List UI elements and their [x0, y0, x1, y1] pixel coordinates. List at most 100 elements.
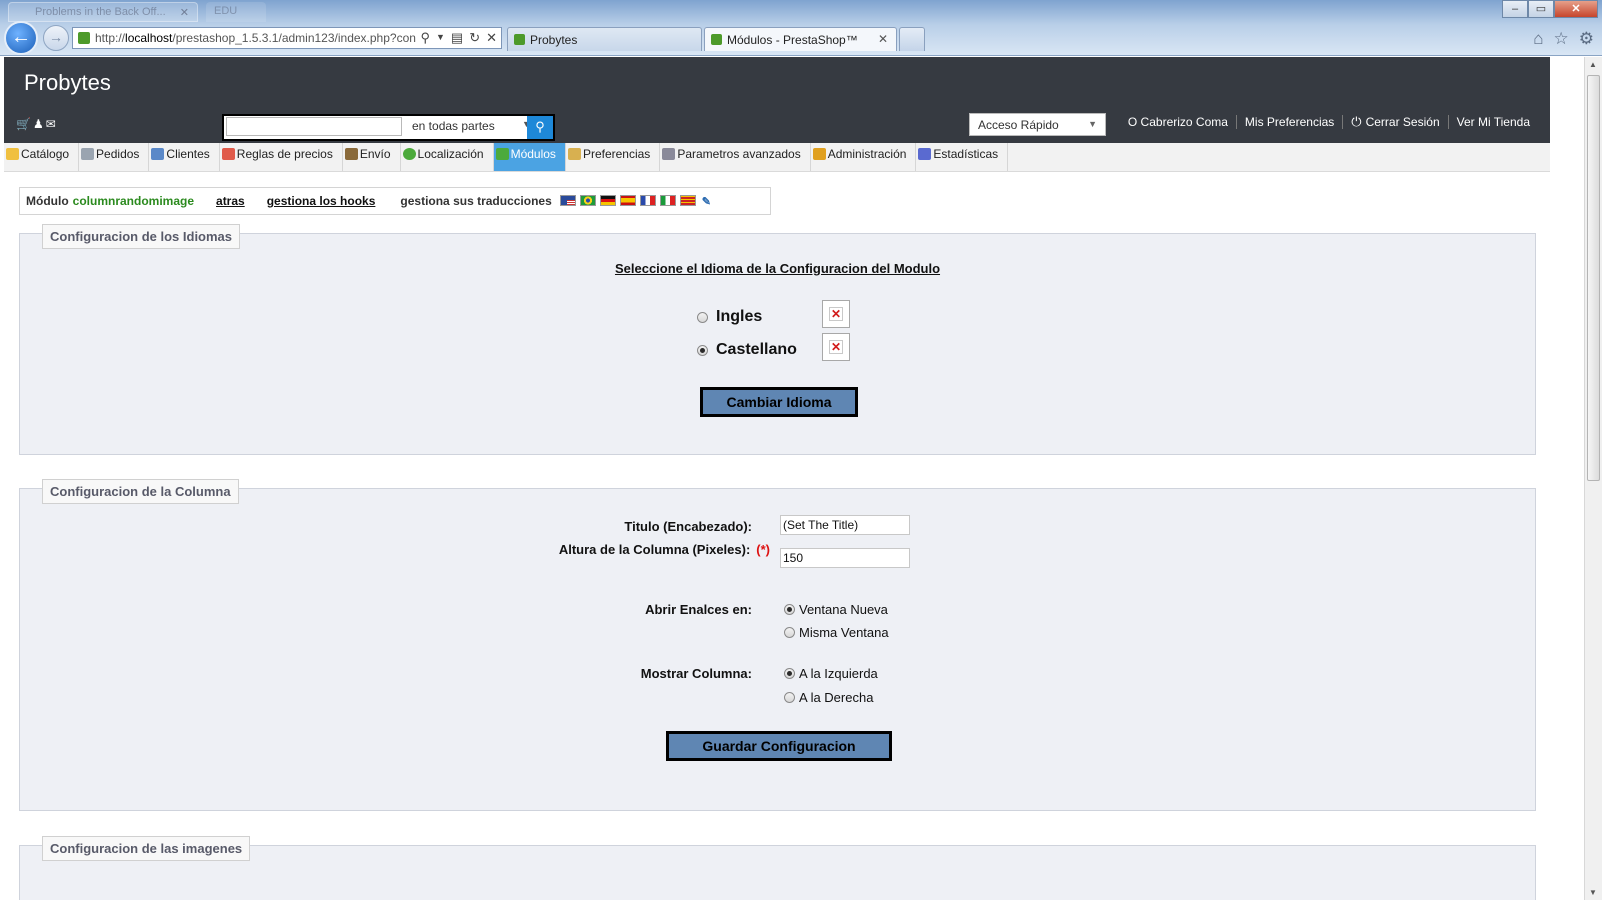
shop-name[interactable]: Probytes — [24, 70, 111, 96]
menu-item-modulos[interactable]: Módulos — [493, 143, 566, 171]
message-icon[interactable]: ✉ — [46, 117, 58, 131]
save-configuration-button[interactable]: Guardar Configuracion — [666, 731, 892, 761]
radio-button[interactable] — [784, 604, 795, 615]
background-window-tab-label: Problems in the Back Off... — [35, 6, 166, 18]
new-tab-button[interactable] — [899, 27, 925, 51]
column-fieldset: Configuracion de la Columna Titulo (Enca… — [19, 479, 1536, 811]
menu-item-label: Preferencias — [582, 147, 651, 161]
position-option-right[interactable]: A la Derecha — [784, 690, 873, 705]
title-label: Titulo (Encabezado): — [624, 519, 752, 534]
minimize-button[interactable]: – — [1502, 0, 1528, 18]
gear-icon[interactable]: ⚙ — [1579, 29, 1594, 49]
back-link[interactable]: atras — [216, 194, 245, 208]
radio-button[interactable] — [784, 668, 795, 679]
tab-probytes[interactable]: Probytes — [507, 27, 702, 51]
forward-button[interactable]: → — [43, 25, 69, 51]
compatibility-view-icon[interactable]: ▤ — [451, 30, 463, 46]
links-option-new-window[interactable]: Ventana Nueva — [784, 602, 888, 617]
refresh-icon[interactable]: ↻ — [469, 30, 480, 46]
language-option-castellano[interactable]: Castellano — [697, 341, 826, 359]
close-tab-icon[interactable]: ✕ — [878, 32, 888, 46]
flag-br-icon[interactable] — [579, 194, 596, 206]
preferences-icon — [567, 148, 581, 160]
languages-heading: Seleccione el Idioma de la Configuracion… — [614, 261, 941, 276]
scroll-up-icon[interactable]: ▲ — [1589, 60, 1597, 69]
truck-icon — [344, 148, 358, 160]
chevron-down-icon[interactable]: ▼ — [436, 30, 445, 46]
home-icon[interactable]: ⌂ — [1533, 29, 1543, 49]
position-option-left[interactable]: A la Izquierda — [784, 666, 878, 681]
language-radio[interactable] — [697, 344, 708, 356]
languages-fieldset: Configuracion de los Idiomas Seleccione … — [19, 224, 1536, 455]
tab-modulos[interactable]: Módulos - PrestaShop™ ✕ — [704, 27, 897, 51]
menu-item-estadisticas[interactable]: Estadísticas — [916, 143, 1009, 171]
favorites-star-icon[interactable]: ☆ — [1554, 29, 1569, 49]
language-option-ingles[interactable]: Ingles — [697, 308, 826, 326]
quick-access-select[interactable]: Acceso Rápido ▼ — [969, 113, 1106, 136]
vertical-scrollbar[interactable]: ▲ ▼ — [1584, 57, 1602, 900]
menu-item-catalogo[interactable]: Catálogo — [4, 143, 80, 171]
radio-button[interactable] — [784, 692, 795, 703]
menu-item-reglas-de-precios[interactable]: Reglas de precios — [220, 143, 343, 171]
tab-label: Probytes — [530, 33, 578, 47]
close-icon: ✕ — [829, 340, 843, 354]
language-radio[interactable] — [697, 311, 708, 323]
close-icon: ✕ — [179, 7, 189, 19]
fieldset-legend: Configuracion de la Columna — [42, 479, 239, 504]
change-language-button[interactable]: Cambiar Idioma — [700, 387, 858, 417]
height-input[interactable] — [780, 548, 910, 568]
wrench-icon[interactable]: ✎ — [702, 195, 711, 208]
close-window-button[interactable]: ✕ — [1554, 0, 1598, 18]
flag-es-icon[interactable] — [619, 194, 636, 206]
flag-de-icon[interactable] — [599, 194, 616, 206]
delete-language-button[interactable]: ✕ — [822, 300, 850, 328]
search-scope-select[interactable]: en todas partes ▼ — [412, 119, 531, 133]
search-icon[interactable]: ⚲ — [420, 30, 430, 46]
links-option-same-window[interactable]: Misma Ventana — [784, 625, 889, 640]
customer-icon[interactable]: ♟ — [33, 117, 46, 131]
manage-hooks-link[interactable]: gestiona los hooks — [267, 194, 376, 208]
flag-us-icon[interactable] — [559, 194, 576, 206]
menu-item-administracion[interactable]: Administración — [811, 143, 917, 171]
menu-item-envio[interactable]: Envío — [343, 143, 401, 171]
maximize-button[interactable]: ▭ — [1528, 0, 1554, 18]
stop-icon[interactable]: ✕ — [486, 30, 497, 46]
power-icon: ⏻ — [1351, 114, 1362, 129]
employee-link[interactable]: O Cabrerizo Coma — [1120, 115, 1236, 129]
window-controls: – ▭ ✕ — [1502, 0, 1598, 18]
cart-icon[interactable]: 🛒 — [16, 117, 33, 131]
title-input[interactable] — [780, 515, 910, 535]
view-shop-link[interactable]: Ver Mi Tienda — [1449, 115, 1538, 129]
puzzle-icon — [495, 148, 509, 160]
menu-item-label: Parametros avanzados — [677, 147, 801, 161]
language-label: Ingles — [716, 308, 763, 325]
menu-item-label: Clientes — [166, 147, 210, 161]
address-bar[interactable]: http://localhost/prestashop_1.5.3.1/admi… — [72, 27, 502, 49]
delete-language-button[interactable]: ✕ — [822, 333, 850, 361]
logout-link[interactable]: ⏻ Cerrar Sesión — [1343, 114, 1447, 130]
flag-it-icon[interactable] — [659, 194, 676, 206]
flag-ca-icon[interactable] — [679, 194, 696, 206]
menu-item-preferencias[interactable]: Preferencias — [566, 143, 661, 171]
menu-item-clientes[interactable]: Clientes — [149, 143, 220, 171]
menu-item-label: Pedidos — [96, 147, 140, 161]
header-links: O Cabrerizo Coma Mis Preferencias ⏻ Cerra… — [1120, 114, 1538, 130]
menu-item-localizacion[interactable]: Localización — [401, 143, 494, 171]
scrollbar-thumb[interactable] — [1587, 75, 1600, 481]
scroll-down-icon[interactable]: ▼ — [1589, 888, 1597, 897]
flag-fr-icon[interactable] — [639, 194, 656, 206]
search-button[interactable]: ⚲ — [527, 116, 553, 139]
search-input[interactable] — [226, 117, 402, 136]
menu-item-label: Reglas de precios — [236, 147, 333, 161]
browser-chrome: Problems in the Back Off... ✕ EDU – ▭ ✕ … — [0, 0, 1602, 56]
menu-item-parametros-avanzados[interactable]: Parametros avanzados — [660, 143, 811, 171]
option-label: Misma Ventana — [799, 625, 889, 640]
address-prefix: http:// — [95, 31, 126, 45]
menu-item-pedidos[interactable]: Pedidos — [79, 143, 150, 171]
height-label-row: Altura de la Columna (Pixeles): (*) — [490, 542, 770, 557]
preferences-link[interactable]: Mis Preferencias — [1237, 115, 1342, 129]
wrench-icon — [662, 148, 676, 160]
back-button[interactable]: ← — [4, 21, 38, 55]
search-icon: ⚲ — [535, 119, 545, 134]
radio-button[interactable] — [784, 627, 795, 638]
